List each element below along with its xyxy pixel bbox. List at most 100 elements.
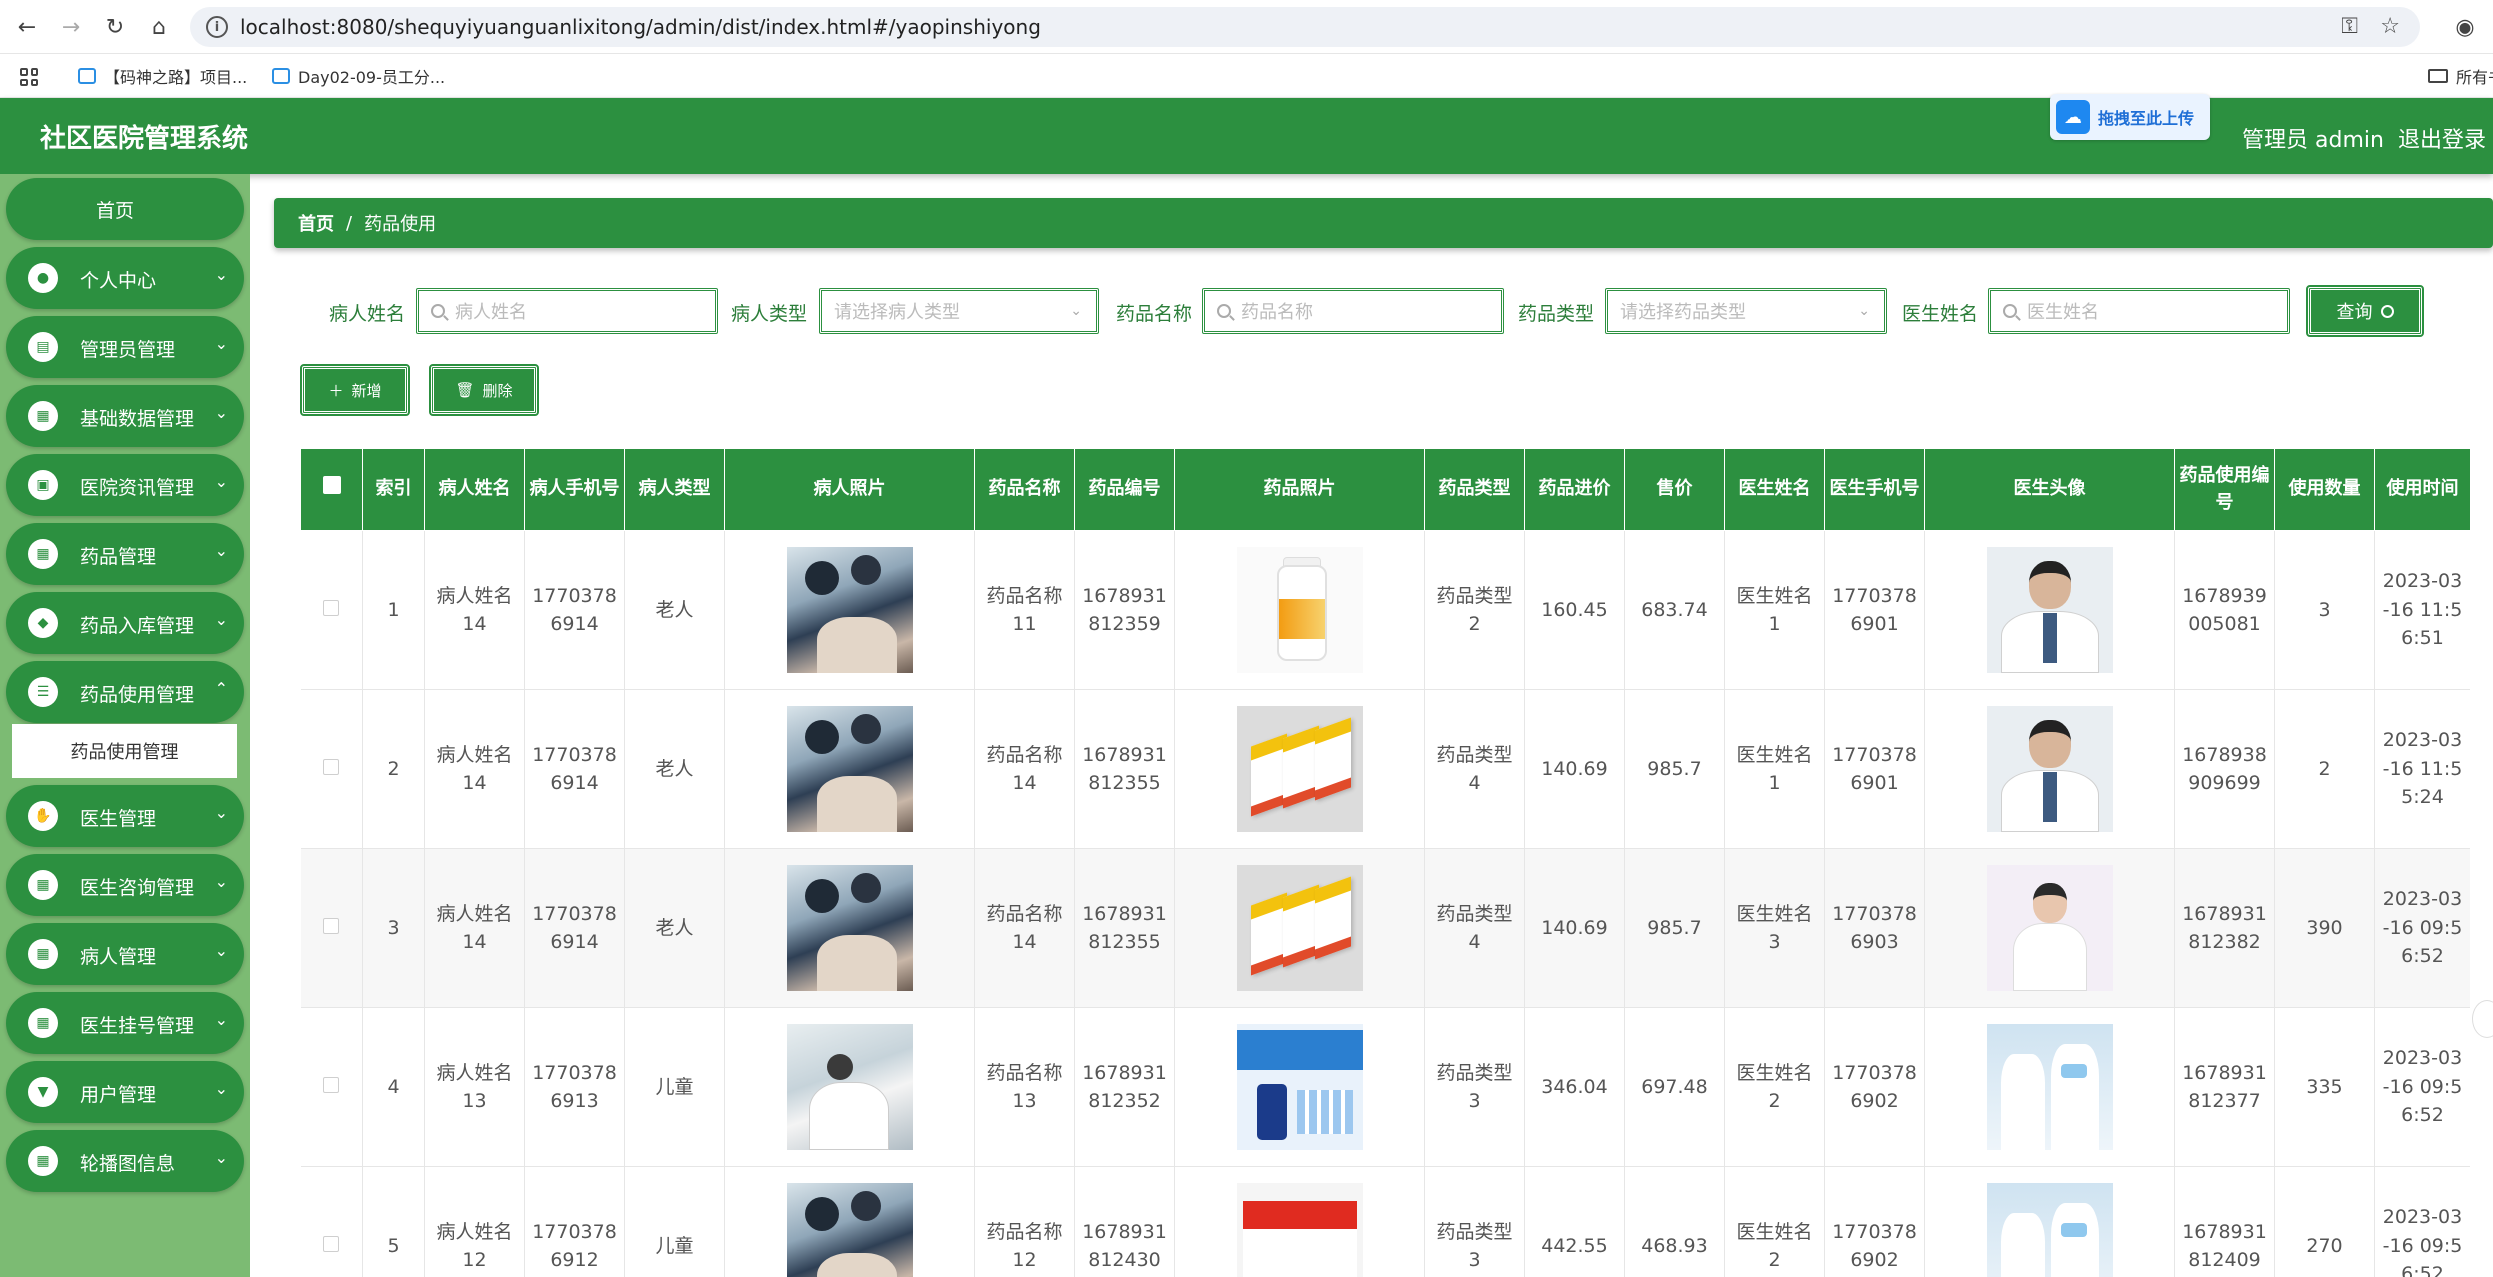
cell-patient-name: 病人姓名14 [424,530,525,690]
site-info-icon[interactable]: i [206,16,228,38]
row-select-cell[interactable] [300,1007,363,1167]
doctor-avatar[interactable] [1986,1183,2113,1277]
key-icon[interactable]: ⚿ [2341,14,2358,39]
patient-photo[interactable] [786,865,913,991]
profile-icon[interactable]: ◉ [2450,12,2480,42]
cell-drug-no: 1678931812355 [1074,848,1175,1008]
drug-photo[interactable] [1236,706,1363,832]
doctor-avatar[interactable] [1986,865,2113,991]
upload-label: 拖拽至此上传 [2098,109,2195,128]
sidebar-item-user-management[interactable]: ▼ 用户管理 ⌄ [6,1061,244,1123]
floating-assistant-avatar[interactable] [2472,1000,2493,1038]
cell-time: 2023-03-16 11:56:51 [2374,530,2470,690]
cell-patient-name: 病人姓名13 [424,1007,525,1167]
patient-photo[interactable] [786,1183,913,1277]
cell-price: 697.48 [1624,1007,1725,1167]
patient-type-select[interactable]: 请选择病人类型 ⌄ [819,288,1099,334]
sidebar-item-doctor-registration[interactable]: ▦ 医生挂号管理 ⌄ [6,992,244,1054]
star-icon[interactable]: ☆ [2380,14,2400,39]
bookmark-item[interactable]: 【码神之路】项目... [78,64,247,88]
query-button[interactable]: 查询 [2306,285,2424,337]
delete-button[interactable]: 🗑 删除 [429,364,539,416]
home-icon[interactable]: ⌂ [144,12,174,42]
drug-name-input[interactable]: 药品名称 [1202,288,1504,334]
patient-photo[interactable] [786,706,913,832]
doctor-name-input[interactable]: 医生姓名 [1988,288,2290,334]
apps-icon[interactable] [20,68,38,86]
cell-price: 468.93 [1624,1166,1725,1277]
chevron-down-icon: ⌄ [214,472,228,491]
row-checkbox[interactable] [323,599,340,616]
drug-type-select[interactable]: 请选择药品类型 ⌄ [1605,288,1887,334]
submenu-item-drug-usage[interactable]: 药品使用管理 [12,724,237,778]
cell-drug-type: 药品类型2 [1424,530,1525,690]
patient-photo[interactable] [786,547,913,673]
trash-icon: 🗑 [455,381,475,399]
chevron-down-icon: ⌄ [214,872,228,891]
column-header: 药品照片 [1174,448,1425,531]
drug-photo[interactable] [1236,1183,1363,1277]
logout-button[interactable]: 退出登录 [2398,122,2486,154]
table-row[interactable]: 5 病人姓名12 17703786912 儿童 药品名称12 167893181… [300,1166,2470,1277]
column-header: 医生姓名 [1724,448,1825,531]
cell-quantity: 390 [2274,848,2375,1008]
cell-drug-name: 药品名称14 [974,689,1075,849]
cell-doctor-avatar [1924,689,2175,849]
row-select-cell[interactable] [300,689,363,849]
drug-photo[interactable] [1236,547,1363,673]
drug-photo[interactable] [1236,1024,1363,1150]
search-icon [2003,304,2017,318]
column-header: 医生手机号 [1824,448,1925,531]
row-select-cell[interactable] [300,530,363,690]
breadcrumb-home[interactable]: 首页 [298,210,334,236]
row-checkbox[interactable] [323,1235,340,1252]
sidebar-item-basic-data[interactable]: ▦ 基础数据管理 ⌄ [6,385,244,447]
sidebar-item-hospital-news[interactable]: ▣ 医院资讯管理 ⌄ [6,454,244,516]
sidebar: 首页 ● 个人中心 ⌄ ▤ 管理员管理 ⌄ ▦ 基础数据管理 ⌄ ▣ 医院资讯管… [0,174,250,1277]
sidebar-item-carousel[interactable]: ▦ 轮播图信息 ⌄ [6,1130,244,1192]
column-header: 售价 [1624,448,1725,531]
sidebar-item-drug-usage[interactable]: ☰ 药品使用管理 ⌃ [6,661,244,723]
add-button[interactable]: ＋ 新增 [300,364,410,416]
cell-patient-photo [724,848,975,1008]
table-row[interactable]: 1 病人姓名14 17703786914 老人 药品名称11 167893181… [300,530,2470,690]
row-select-cell[interactable] [300,848,363,1008]
table-row[interactable]: 2 病人姓名14 17703786914 老人 药品名称14 167893181… [300,689,2470,849]
doctor-avatar[interactable] [1986,1024,2113,1150]
sidebar-item-personal-center[interactable]: ● 个人中心 ⌄ [6,247,244,309]
table-row[interactable]: 3 病人姓名14 17703786914 老人 药品名称14 167893181… [300,848,2470,1008]
upload-widget[interactable]: ☁ 拖拽至此上传 [2050,94,2210,140]
cell-patient-phone: 17703786913 [524,1007,625,1167]
sidebar-item-drug-stock-in[interactable]: ◆ 药品入库管理 ⌄ [6,592,244,654]
address-bar[interactable]: i localhost:8080/shequyiyuanguanlixitong… [190,7,2420,47]
sidebar-item-drug-management[interactable]: ▦ 药品管理 ⌄ [6,523,244,585]
list-icon: ☰ [28,677,58,707]
bookmark-item[interactable]: Day02-09-员工分... [272,64,445,88]
row-checkbox[interactable] [323,1076,340,1093]
reload-icon[interactable]: ↻ [100,12,130,42]
all-bookmarks[interactable]: 所有书 [2428,64,2493,88]
doctor-avatar[interactable] [1986,547,2113,673]
sidebar-item-doctor-management[interactable]: ✋ 医生管理 ⌄ [6,785,244,847]
forward-icon[interactable]: → [56,12,86,42]
table-row[interactable]: 4 病人姓名13 17703786913 儿童 药品名称13 167893181… [300,1007,2470,1167]
briefcase-icon: ▣ [28,470,58,500]
row-select-cell[interactable] [300,1166,363,1277]
sidebar-item-doctor-consult[interactable]: ▦ 医生咨询管理 ⌄ [6,854,244,916]
doctor-avatar[interactable] [1986,706,2113,832]
sidebar-item-patient-management[interactable]: ▦ 病人管理 ⌄ [6,923,244,985]
patient-photo[interactable] [786,1024,913,1150]
sidebar-item-admin-management[interactable]: ▤ 管理员管理 ⌄ [6,316,244,378]
row-checkbox[interactable] [323,917,340,934]
drug-photo[interactable] [1236,865,1363,991]
back-icon[interactable]: ← [12,12,42,42]
sidebar-item-home[interactable]: 首页 [6,178,244,240]
select-all-header[interactable] [300,448,363,531]
patient-name-input[interactable]: 病人姓名 [416,288,718,334]
cell-drug-no: 1678931812355 [1074,689,1175,849]
cell-drug-type: 药品类型4 [1424,689,1525,849]
select-all-checkbox[interactable] [322,476,341,495]
row-checkbox[interactable] [323,758,340,775]
column-header: 药品编号 [1074,448,1175,531]
cell-doctor-phone: 17703786901 [1824,530,1925,690]
